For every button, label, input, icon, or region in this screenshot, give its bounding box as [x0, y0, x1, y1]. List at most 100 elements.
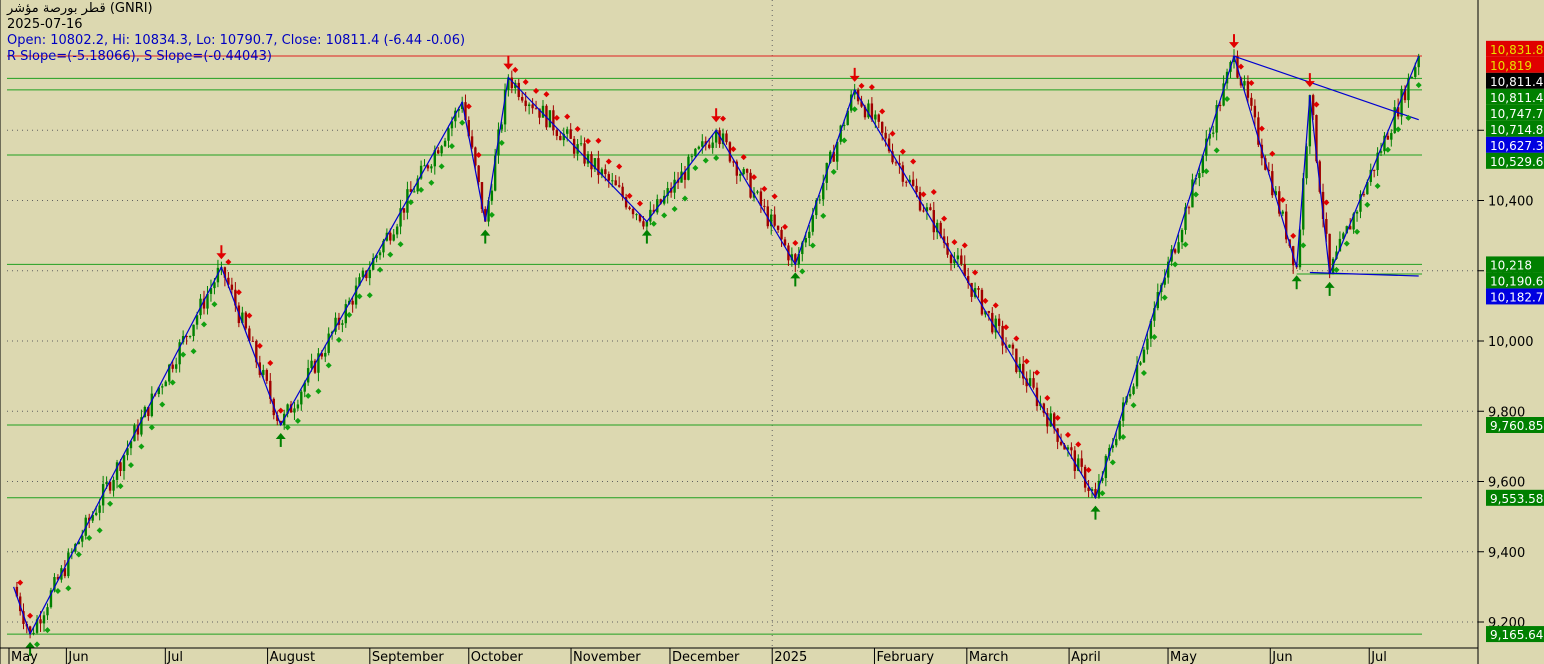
candle-body: [1070, 447, 1073, 451]
sar-dot: [564, 113, 571, 120]
candle-body: [1132, 386, 1135, 395]
sar-dot: [1384, 146, 1391, 153]
candle-body: [980, 289, 984, 315]
sar-dot: [201, 321, 208, 328]
sar-dot: [951, 239, 958, 246]
candle-body: [171, 364, 174, 369]
candle-body: [776, 225, 780, 230]
candle-body: [1253, 105, 1257, 118]
candle-body: [1355, 211, 1359, 214]
candle-body: [1115, 439, 1118, 446]
sar-dot: [277, 407, 284, 414]
sar-dot: [1172, 261, 1179, 268]
candle-body: [697, 146, 701, 149]
candle-body: [296, 404, 300, 409]
sar-dot: [626, 192, 633, 199]
candle-body: [423, 165, 426, 167]
sar-dot: [781, 223, 788, 230]
y-tick-label: 10,400: [1488, 195, 1534, 210]
candle-body: [1198, 173, 1201, 178]
candle-body: [1128, 394, 1132, 397]
candle-body: [105, 482, 108, 485]
candle-body: [524, 100, 527, 107]
sar-dot: [107, 500, 114, 507]
sar-dot: [650, 220, 657, 227]
candle-body: [1246, 81, 1250, 98]
candle-body: [98, 505, 101, 513]
candle-body: [894, 162, 898, 164]
sar-dot: [771, 193, 778, 200]
candle-body: [1362, 194, 1366, 196]
candle-body: [569, 129, 572, 139]
sar-dot: [930, 188, 937, 195]
candle-body: [711, 142, 714, 148]
candle-body: [527, 104, 531, 107]
price-label-text: 9,760.85: [1490, 419, 1543, 433]
candle-body: [477, 165, 480, 183]
sar-dot: [1279, 196, 1286, 203]
candle-body: [1372, 169, 1376, 171]
trendline: [1233, 55, 1419, 121]
candle-body: [552, 110, 555, 131]
sar-dot: [267, 360, 274, 367]
sar-dot: [858, 82, 865, 89]
price-label-text: 10,190.6: [1490, 274, 1543, 288]
sar-dot: [1023, 358, 1030, 365]
candle-body: [742, 169, 745, 175]
candle-body: [1218, 105, 1222, 107]
sar-dot: [616, 163, 623, 170]
candle-body: [150, 393, 154, 417]
candle-body: [884, 132, 887, 139]
sar-dot: [1064, 431, 1071, 438]
sar-dot: [54, 587, 61, 594]
sar-dot: [543, 91, 550, 98]
candle-body: [230, 284, 234, 290]
candle-body: [843, 125, 846, 127]
candle-body: [251, 340, 255, 342]
sar-dot: [325, 362, 332, 369]
sar-dot: [1192, 191, 1199, 198]
sar-dot: [730, 146, 737, 153]
candle-body: [521, 96, 524, 101]
sar-dot: [190, 348, 197, 355]
candle-body: [430, 166, 433, 169]
axes: 9,2009,4009,6009,80010,00010,20010,40010…: [0, 0, 1534, 664]
down-arrow-icon: [503, 63, 514, 70]
sar-dot: [1364, 201, 1371, 208]
candle-body: [1212, 132, 1215, 134]
up-arrow-icon: [480, 229, 491, 236]
price-label-text: 10,831.8: [1490, 43, 1543, 57]
candle-body: [590, 154, 593, 170]
sar-dot: [1343, 240, 1350, 247]
sar-dot: [75, 551, 82, 558]
candle-body: [811, 215, 814, 232]
candle-body: [265, 369, 268, 381]
candle-body: [628, 207, 631, 209]
sar-dot: [1013, 335, 1020, 342]
candle-body: [877, 114, 880, 122]
candle-body: [749, 172, 752, 198]
price-label-text: 10,627.3: [1490, 139, 1543, 153]
sar-dot: [1290, 232, 1297, 239]
candle-body: [642, 221, 645, 227]
candle-body: [631, 208, 635, 215]
candle-body: [351, 300, 354, 305]
ohlc-readout: Open: 10802.2, Hi: 10834.3, Lo: 10790.7,…: [7, 33, 466, 48]
candle-body: [112, 479, 115, 491]
sar-dot: [127, 462, 134, 469]
sar-dot: [335, 336, 342, 343]
candle-body: [1250, 97, 1253, 106]
sar-dot: [702, 157, 709, 164]
price-label-text: 10,747.7: [1490, 107, 1543, 121]
candle-body: [808, 231, 811, 238]
candle-body: [39, 619, 42, 624]
sar-dot: [1395, 126, 1402, 133]
x-tick-label: April: [1071, 650, 1101, 664]
candle-body: [1410, 76, 1414, 78]
x-tick-label: Jun: [67, 650, 88, 664]
sar-dot: [1151, 333, 1158, 340]
candle-body: [1390, 133, 1393, 140]
sar-dot: [751, 174, 758, 181]
candle-body: [1414, 67, 1417, 77]
candle-body: [1032, 378, 1035, 388]
